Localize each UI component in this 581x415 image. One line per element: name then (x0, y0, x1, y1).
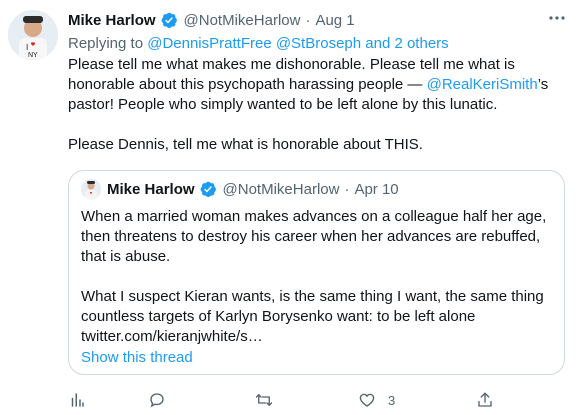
tweet-date[interactable]: Aug 1 (315, 12, 354, 29)
reply-icon[interactable] (148, 391, 166, 409)
tweet-text-line: pastor! People who simply wanted to be l… (68, 96, 498, 113)
like-icon[interactable] (358, 391, 376, 409)
like-button[interactable]: 3 (358, 391, 395, 409)
replying-to: Replying to @DennisPrattFree @StBroseph … (68, 35, 449, 52)
quoted-tweet-date: Apr 10 (354, 180, 399, 198)
quoted-text-line (81, 267, 556, 287)
tweet-text: Please tell me what makes me dishonorabl… (68, 55, 568, 155)
more-dots-icon[interactable] (547, 8, 567, 33)
author-avatar[interactable]: I NY (8, 10, 58, 60)
separator-dot: · (344, 180, 350, 198)
analytics-icon[interactable] (68, 391, 86, 409)
svg-text:I: I (26, 43, 28, 52)
verified-badge-icon (199, 180, 217, 198)
tweet-text-segment: ’s (537, 76, 549, 93)
quoted-text-line: What I suspect Kieran wants, is the same… (81, 288, 544, 305)
separator-dot: · (305, 11, 311, 29)
quoted-text-line: twitter.com/kieranjwhite/s… (81, 328, 263, 345)
quoted-author-handle: @NotMikeHarlow (222, 180, 340, 198)
author-name[interactable]: Mike Harlow (68, 12, 156, 29)
quoted-author-name[interactable]: Mike Harlow (107, 181, 195, 198)
quoted-author-avatar[interactable] (81, 179, 101, 199)
quoted-tweet-text: When a married woman makes advances on a… (81, 207, 556, 347)
verified-badge-icon (160, 11, 178, 29)
quoted-tweet-header: Mike Harlow @NotMikeHarlow · Apr 10 (81, 179, 399, 199)
tweet-text-segment: honorable about this psychopath harassin… (68, 76, 427, 93)
tweet-text-blank (68, 115, 568, 135)
replying-prefix: Replying to (68, 35, 148, 52)
share-icon[interactable] (476, 391, 494, 409)
quoted-text-line: When a married woman makes advances on a… (81, 208, 547, 225)
replying-links[interactable]: @DennisPrattFree @StBroseph and 2 others (147, 35, 448, 52)
quoted-text-line: countless targets of Karlyn Borysenko wa… (81, 308, 476, 325)
tweet-text-line: Please tell me what makes me dishonorabl… (68, 56, 515, 73)
retweet-icon[interactable] (254, 391, 274, 409)
author-handle[interactable]: @NotMikeHarlow (184, 12, 301, 29)
tweet-header: Mike Harlow @NotMikeHarlow · Aug 1 (68, 10, 355, 30)
quoted-text-line: then threatens to destroy his career whe… (81, 228, 541, 245)
svg-text:NY: NY (28, 52, 38, 59)
tweet-text-line: honorable about this psychopath harassin… (68, 75, 568, 95)
show-thread-link[interactable]: Show this thread (81, 349, 193, 366)
like-count: 3 (388, 392, 396, 408)
action-bar: 3 (68, 391, 508, 415)
mention-link[interactable]: @RealKeriSmith (427, 76, 538, 93)
tweet-text-line: Please Dennis, tell me what is honorable… (68, 136, 423, 153)
quoted-text-line: that is abuse. (81, 248, 171, 265)
quoted-tweet[interactable]: Mike Harlow @NotMikeHarlow · Apr 10 When… (68, 170, 565, 375)
